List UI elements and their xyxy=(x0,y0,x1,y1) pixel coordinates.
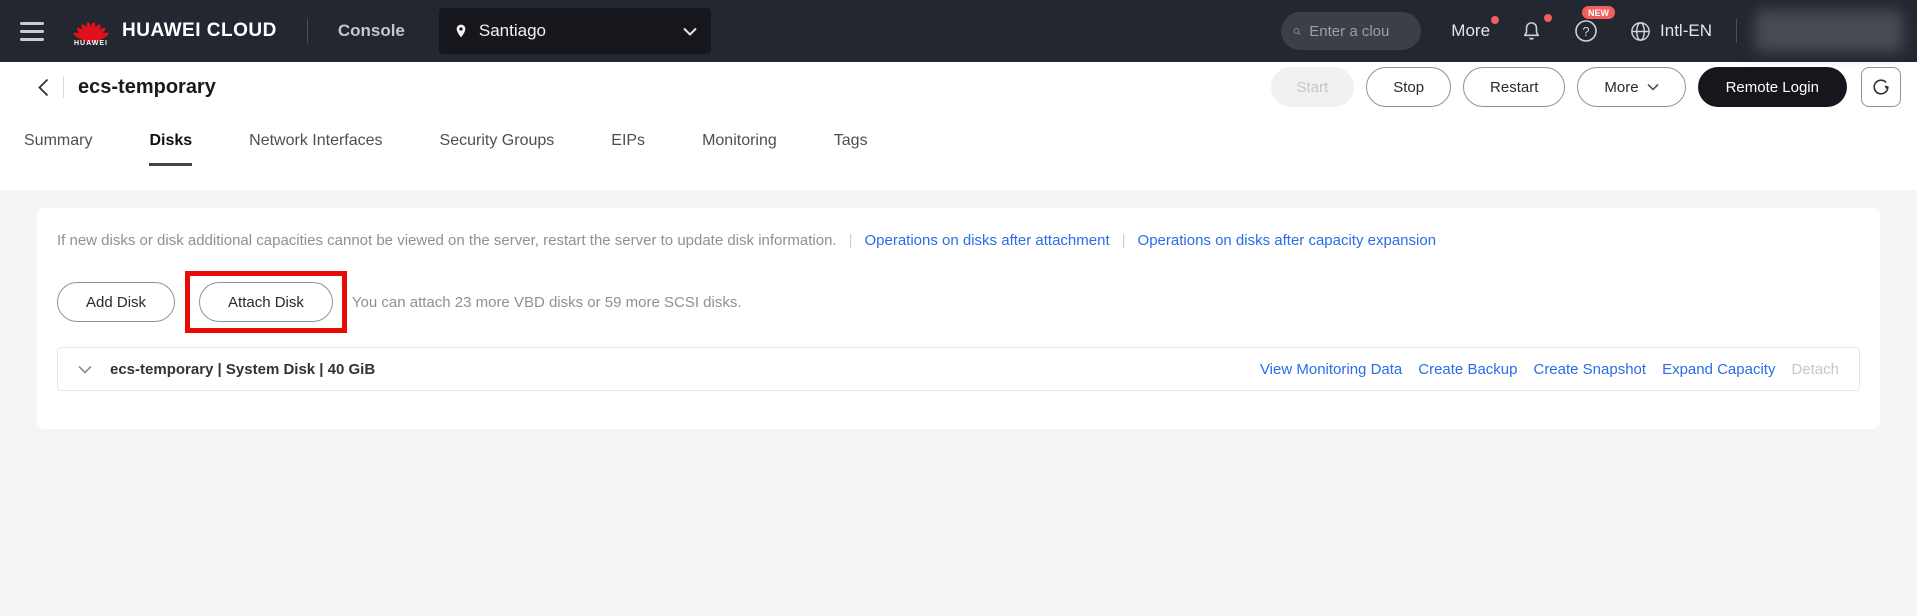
search-input[interactable] xyxy=(1309,23,1409,40)
attach-capacity-hint: You can attach 23 more VBD disks or 59 m… xyxy=(352,294,742,311)
stop-button[interactable]: Stop xyxy=(1366,67,1451,107)
globe-icon xyxy=(1629,20,1652,43)
divider xyxy=(1736,19,1737,43)
divider xyxy=(63,76,64,98)
start-button: Start xyxy=(1271,67,1355,107)
disk-name: ecs-temporary | System Disk | 40 GiB xyxy=(110,361,375,378)
notification-dot xyxy=(1491,16,1499,24)
page-title: ecs-temporary xyxy=(78,76,216,99)
console-link[interactable]: Console xyxy=(338,21,405,41)
create-backup-link[interactable]: Create Backup xyxy=(1418,361,1517,378)
restart-button[interactable]: Restart xyxy=(1463,67,1565,107)
red-highlight-box: Attach Disk xyxy=(185,271,347,333)
top-navbar: HUAWEI HUAWEI CLOUD Console Santiago Mor… xyxy=(0,0,1917,62)
chevron-left-icon xyxy=(38,78,49,97)
more-actions-label: More xyxy=(1604,79,1638,96)
view-monitoring-data-link[interactable]: View Monitoring Data xyxy=(1260,361,1402,378)
tab-eips[interactable]: EIPs xyxy=(611,132,645,166)
more-menu[interactable]: More xyxy=(1451,21,1490,41)
detail-tabs: Summary Disks Network Interfaces Securit… xyxy=(0,112,1917,190)
divider xyxy=(307,19,308,43)
add-disk-button[interactable]: Add Disk xyxy=(57,282,175,322)
global-search[interactable] xyxy=(1281,12,1421,50)
location-pin-icon xyxy=(453,21,469,41)
tab-summary[interactable]: Summary xyxy=(24,132,92,166)
chevron-down-icon xyxy=(683,27,697,36)
help-question-icon: ? xyxy=(1573,18,1599,44)
search-icon xyxy=(1293,23,1301,40)
huawei-logo[interactable]: HUAWEI xyxy=(72,16,110,47)
tab-monitoring[interactable]: Monitoring xyxy=(702,132,777,166)
create-snapshot-link[interactable]: Create Snapshot xyxy=(1533,361,1646,378)
tab-disks[interactable]: Disks xyxy=(149,132,192,166)
tab-network-interfaces[interactable]: Network Interfaces xyxy=(249,132,382,166)
more-label: More xyxy=(1451,21,1490,41)
link-operations-after-attachment[interactable]: Operations on disks after attachment xyxy=(864,232,1109,249)
chevron-down-icon xyxy=(1647,83,1659,91)
refresh-button[interactable] xyxy=(1861,67,1901,107)
attach-disk-button[interactable]: Attach Disk xyxy=(199,282,333,322)
chevron-down-icon xyxy=(78,365,92,374)
disk-notice: If new disks or disk additional capaciti… xyxy=(57,232,1860,249)
disk-row: ecs-temporary | System Disk | 40 GiB Vie… xyxy=(57,347,1860,391)
page-header: ecs-temporary Start Stop Restart More Re… xyxy=(0,62,1917,112)
new-badge: NEW xyxy=(1582,6,1615,19)
logo-text: HUAWEI xyxy=(74,40,108,47)
huawei-flower-icon xyxy=(72,16,110,42)
account-name-redacted[interactable] xyxy=(1755,10,1903,52)
svg-text:?: ? xyxy=(1582,24,1589,39)
disk-actions-row: Add Disk Attach Disk You can attach 23 m… xyxy=(57,271,1860,333)
divider: | xyxy=(1122,232,1126,249)
disks-panel: If new disks or disk additional capaciti… xyxy=(37,208,1880,429)
bell-icon xyxy=(1520,19,1543,43)
hamburger-menu-icon[interactable] xyxy=(20,22,44,41)
notice-text: If new disks or disk additional capaciti… xyxy=(57,232,837,249)
tab-security-groups[interactable]: Security Groups xyxy=(440,132,555,166)
remote-login-button[interactable]: Remote Login xyxy=(1698,67,1847,107)
content-area: If new disks or disk additional capaciti… xyxy=(0,190,1917,616)
refresh-icon xyxy=(1871,77,1891,97)
back-button[interactable] xyxy=(38,78,49,97)
notifications-bell[interactable] xyxy=(1520,19,1543,43)
more-actions-button[interactable]: More xyxy=(1577,67,1685,107)
region-selector[interactable]: Santiago xyxy=(439,8,711,54)
detach-link-disabled: Detach xyxy=(1791,361,1839,378)
help-center[interactable]: ? NEW xyxy=(1573,18,1599,44)
locale-label: Intl-EN xyxy=(1660,21,1712,41)
region-label: Santiago xyxy=(479,21,683,41)
divider: | xyxy=(849,232,853,249)
notification-dot xyxy=(1544,14,1552,22)
brand-name: HUAWEI CLOUD xyxy=(122,20,277,42)
language-selector[interactable]: Intl-EN xyxy=(1629,20,1712,43)
expand-capacity-link[interactable]: Expand Capacity xyxy=(1662,361,1775,378)
link-operations-after-expansion[interactable]: Operations on disks after capacity expan… xyxy=(1138,232,1437,249)
expand-row-button[interactable] xyxy=(78,365,92,374)
tab-tags[interactable]: Tags xyxy=(834,132,868,166)
